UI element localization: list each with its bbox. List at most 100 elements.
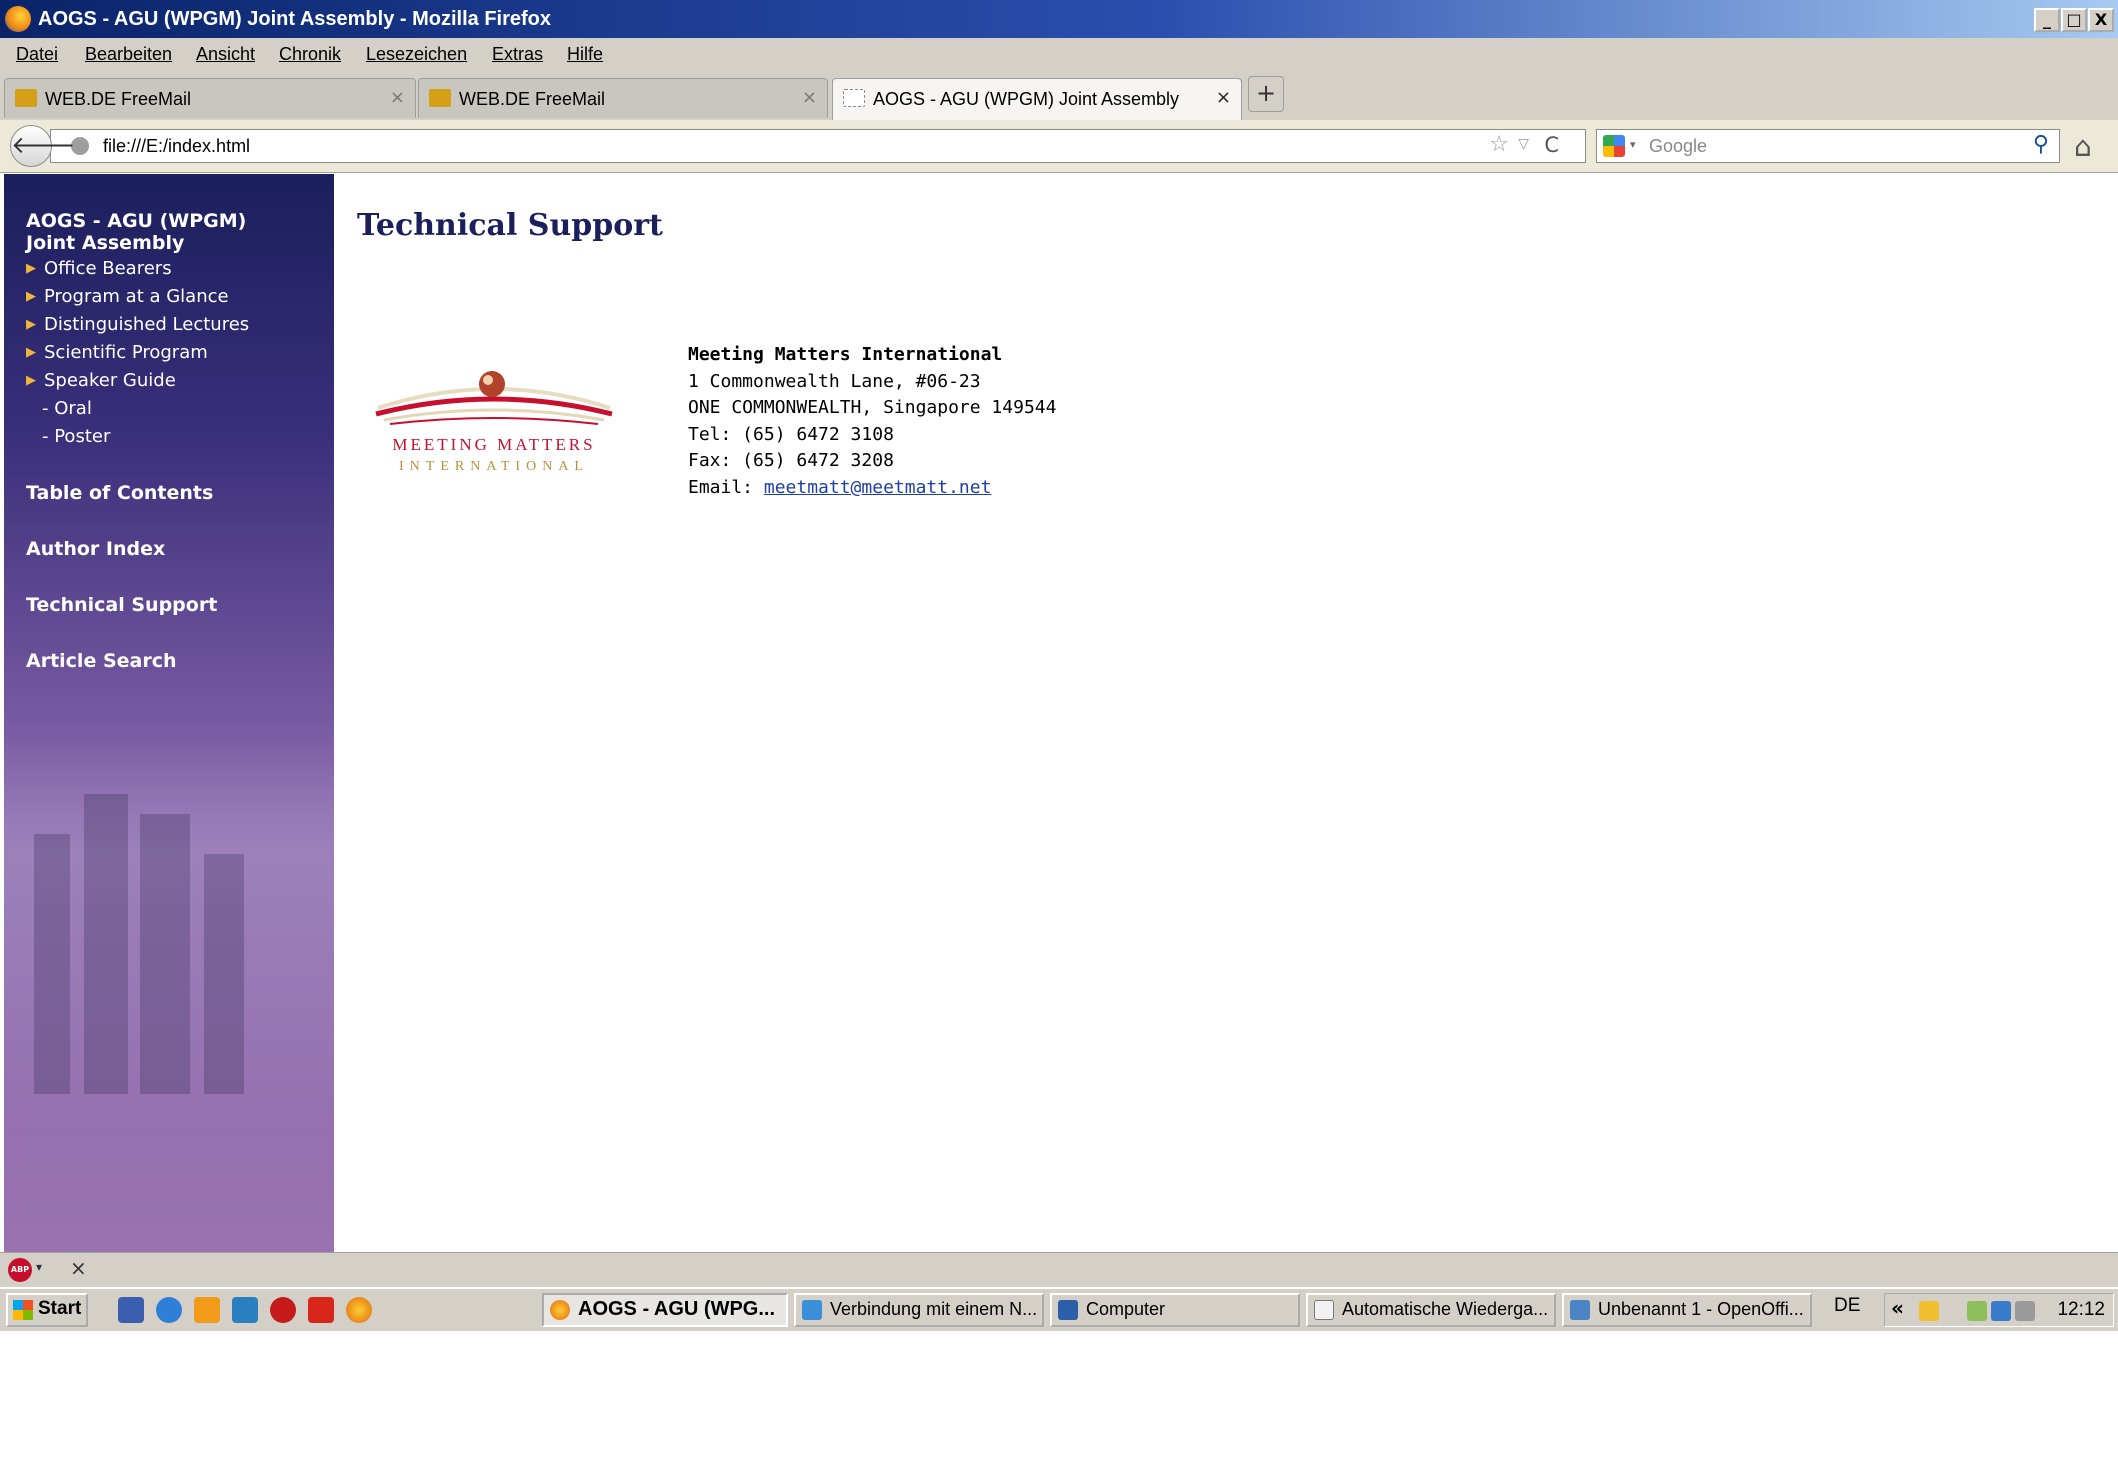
internet-explorer-icon[interactable] [156, 1297, 182, 1323]
sidebar-item-speaker-guide[interactable]: ▶ Speaker Guide [26, 370, 176, 391]
bookmark-star-icon[interactable]: ☆ [1489, 132, 1509, 157]
sidebar-subitem-poster[interactable]: - Poster [42, 426, 110, 447]
network-connection-icon [802, 1300, 822, 1320]
firefox-icon[interactable] [346, 1297, 372, 1323]
google-icon[interactable] [1603, 135, 1625, 157]
sidebar-item-label: Speaker Guide [44, 370, 176, 391]
taskbar-button-firefox[interactable]: AOGS - AGU (WPG... [542, 1293, 788, 1327]
email-label: Email: [688, 476, 764, 498]
tray-user-icon[interactable] [1919, 1301, 1939, 1321]
sidebar-heading-line1: AOGS - AGU (WPGM) [26, 210, 247, 232]
bullet-arrow-icon: ▶ [26, 373, 36, 388]
building-shape [204, 854, 244, 1094]
meeting-matters-logo: MEETING MATTERS INTERNATIONAL [375, 371, 613, 474]
search-input[interactable]: ▾ Google ⚲ [1596, 129, 2060, 163]
back-button[interactable]: 🡐 [10, 125, 75, 167]
taskbar-button-label: Automatische Wiederga... [1342, 1299, 1549, 1319]
sidebar-item-office-bearers[interactable]: ▶ Office Bearers [26, 258, 172, 279]
sidebar-subitem-oral[interactable]: - Oral [42, 398, 92, 419]
taskbar-button-openoffice[interactable]: Unbenannt 1 - OpenOffi... [1562, 1293, 1812, 1327]
building-shape [34, 834, 70, 1094]
email-link[interactable]: meetmatt@meetmatt.net [764, 477, 992, 498]
sidebar-item-label: Scientific Program [44, 342, 208, 363]
tab-label: WEB.DE FreeMail [45, 89, 192, 109]
sidebar-item-technical-support[interactable]: Technical Support [26, 594, 217, 616]
window-title: AOGS - AGU (WPGM) Joint Assembly - Mozil… [38, 8, 551, 30]
firefox-icon [550, 1300, 570, 1320]
network-icon[interactable] [232, 1297, 258, 1323]
building-shape [140, 814, 190, 1094]
tray-update-icon[interactable] [1967, 1301, 1987, 1321]
menu-lesezeichen[interactable]: Lesezeichen [366, 44, 467, 65]
tab-label: WEB.DE FreeMail [459, 89, 606, 109]
taskbar-button-label: Unbenannt 1 - OpenOffi... [1598, 1299, 1804, 1319]
taskbar: Start AOGS - AGU (WPG... Verbindung mit … [0, 1287, 2118, 1331]
taskbar-button-autoplay[interactable]: Automatische Wiederga... [1306, 1293, 1556, 1327]
bullet-arrow-icon: ▶ [26, 261, 36, 276]
pdf-icon[interactable] [308, 1297, 334, 1323]
search-placeholder[interactable]: Google [1649, 136, 1707, 157]
address-line-1: 1 Commonwealth Lane, #06-23 [688, 370, 981, 392]
clock[interactable]: 12:12 [2057, 1299, 2105, 1321]
minimize-button[interactable]: _ [2034, 8, 2060, 32]
addon-bar: ABP ▾ × [0, 1252, 2118, 1287]
window-title-bar[interactable]: AOGS - AGU (WPGM) Joint Assembly - Mozil… [0, 0, 2118, 38]
tab-aogs[interactable]: AOGS - AGU (WPGM) Joint Assembly × [832, 78, 1242, 120]
acrobat-icon[interactable] [270, 1297, 296, 1323]
url-text[interactable]: file:///E:/index.html [103, 136, 250, 157]
close-addon-bar-button[interactable]: × [70, 1256, 87, 1280]
sidebar-item-program-at-a-glance[interactable]: ▶ Program at a Glance [26, 286, 229, 307]
url-bar[interactable]: file:///E:/index.html ☆ ▽ C [50, 129, 1586, 163]
fax: Fax: (65) 6472 3208 [688, 450, 894, 471]
sidebar-item-scientific-program[interactable]: ▶ Scientific Program [26, 342, 208, 363]
close-tab-icon[interactable]: × [390, 87, 405, 108]
url-history-dropdown-icon[interactable]: ▽ [1518, 136, 1529, 152]
sidebar-item-label: Distinguished Lectures [44, 314, 250, 335]
taskbar-button-network-connection[interactable]: Verbindung mit einem N... [794, 1293, 1044, 1327]
close-tab-icon[interactable]: × [1216, 87, 1231, 108]
menu-ansicht[interactable]: Ansicht [196, 44, 255, 65]
close-window-button[interactable]: X [2088, 8, 2114, 32]
taskbar-button-computer[interactable]: Computer [1050, 1293, 1300, 1327]
menu-chronik[interactable]: Chronik [279, 44, 341, 65]
computer-icon [1058, 1300, 1078, 1320]
openoffice-icon [1570, 1300, 1590, 1320]
show-desktop-icon[interactable] [118, 1297, 144, 1323]
tab-webde-1[interactable]: WEB.DE FreeMail × [4, 78, 416, 118]
sidebar-item-author-index[interactable]: Author Index [26, 538, 165, 560]
sidebar-item-article-search[interactable]: Article Search [26, 650, 177, 672]
sidebar-heading-line2: Joint Assembly [26, 232, 185, 254]
reload-icon[interactable]: C [1544, 133, 1559, 157]
language-indicator[interactable]: DE [1834, 1295, 1860, 1317]
contact-block: Meeting Matters International 1 Commonwe… [688, 342, 1056, 501]
taskbar-button-label: AOGS - AGU (WPG... [578, 1298, 776, 1320]
media-player-icon[interactable] [194, 1297, 220, 1323]
telephone: Tel: (65) 6472 3108 [688, 423, 894, 445]
tray-volume-icon[interactable] [2015, 1301, 2035, 1321]
adblock-plus-icon[interactable]: ABP [8, 1258, 32, 1282]
building-shape [84, 794, 128, 1094]
show-hidden-icons-button[interactable]: « [1891, 1296, 1904, 1320]
search-icon[interactable]: ⚲ [2033, 132, 2049, 157]
new-tab-button[interactable]: + [1248, 76, 1284, 112]
skyline-background-image [4, 734, 334, 1134]
page-title: Technical Support [357, 208, 663, 243]
menu-extras[interactable]: Extras [492, 44, 543, 65]
home-button[interactable]: ⌂ [2074, 130, 2092, 163]
adblock-dropdown-icon[interactable]: ▾ [36, 1260, 42, 1274]
maximize-button[interactable]: □ [2061, 8, 2087, 32]
sidebar-item-distinguished-lectures[interactable]: ▶ Distinguished Lectures [26, 314, 249, 335]
tray-network-icon[interactable] [1991, 1301, 2011, 1321]
menu-hilfe[interactable]: Hilfe [567, 44, 603, 65]
start-button[interactable]: Start [6, 1293, 88, 1327]
sidebar-item-label: Program at a Glance [44, 286, 229, 307]
start-label: Start [38, 1298, 82, 1319]
tab-webde-2[interactable]: WEB.DE FreeMail × [418, 78, 828, 118]
sidebar-item-table-of-contents[interactable]: Table of Contents [26, 482, 213, 504]
menu-datei[interactable]: Datei [16, 44, 58, 65]
menu-bearbeiten[interactable]: Bearbeiten [85, 44, 172, 65]
close-tab-icon[interactable]: × [802, 87, 817, 108]
search-engine-dropdown-icon[interactable]: ▾ [1630, 138, 1636, 151]
bullet-arrow-icon: ▶ [26, 317, 36, 332]
email-row: Email: meetmatt@meetmatt.net [688, 475, 1056, 502]
